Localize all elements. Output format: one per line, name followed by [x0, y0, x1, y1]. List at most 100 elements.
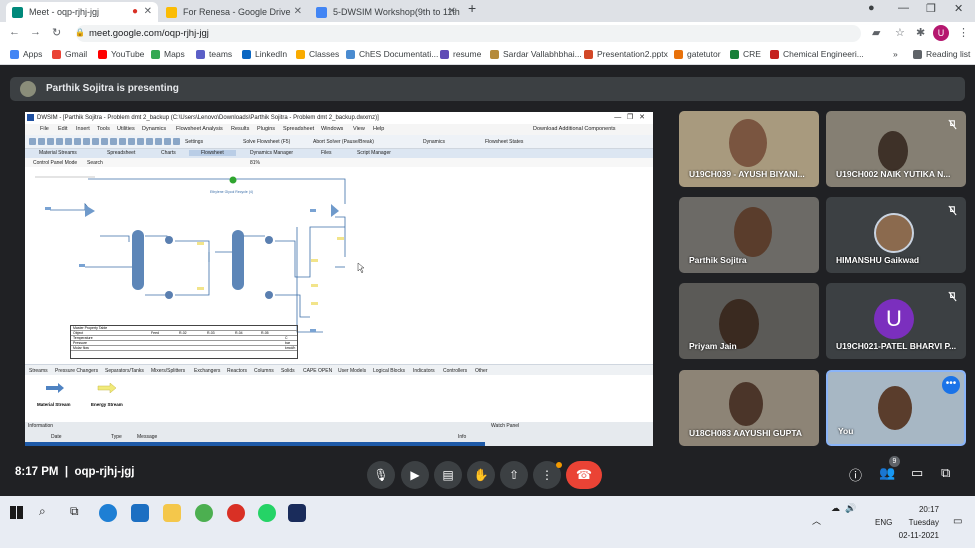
palette-tab-user-models[interactable]: User Models — [338, 368, 366, 374]
participant-tile[interactable]: U19CH039 - AYUSH BIYANI... — [679, 111, 819, 187]
open-icon[interactable] — [38, 138, 45, 145]
condenser-1[interactable] — [165, 236, 173, 244]
tab-dynamics-manager[interactable]: Dynamics Manager — [250, 150, 293, 156]
window-close-button[interactable]: ✕ — [954, 2, 963, 15]
profile-avatar[interactable]: U — [933, 25, 949, 41]
add-icon[interactable] — [110, 138, 117, 145]
palette-tab-controllers[interactable]: Controllers — [443, 368, 467, 374]
palette-tab-solids[interactable]: Solids — [281, 368, 295, 374]
cloud-icon[interactable]: ☁ — [831, 503, 840, 514]
participant-tile[interactable]: U U19CH021-PATEL BHARVI P... — [826, 283, 966, 359]
splitter-1[interactable] — [331, 204, 339, 217]
menu-edit[interactable]: Edit — [58, 126, 67, 132]
leave-call-button[interactable]: ☎ — [566, 461, 602, 489]
bookmark-teams[interactable]: teams — [196, 49, 232, 59]
close-icon[interactable]: ✕ — [144, 6, 152, 17]
tab-drive[interactable]: For Renesa - Google Drive ✕ — [160, 2, 308, 22]
cut-icon[interactable] — [65, 138, 72, 145]
property-package-icon[interactable] — [137, 138, 144, 145]
reactions-icon[interactable] — [128, 138, 135, 145]
palette-tab-columns[interactable]: Columns — [254, 368, 274, 374]
meeting-details-icon[interactable]: ⓘ — [849, 465, 862, 484]
energy-stream-item[interactable]: Energy Stream — [89, 381, 129, 411]
stream-2[interactable] — [310, 329, 316, 332]
participant-tile[interactable]: Parthik Sojitra — [679, 197, 819, 273]
forward-icon[interactable]: → — [30, 26, 41, 38]
zoom-level[interactable]: 81% — [250, 160, 260, 166]
bookmark-youtube[interactable]: YouTube — [98, 49, 144, 59]
menu-help[interactable]: Help — [373, 126, 384, 132]
feed-stream-1[interactable] — [45, 207, 51, 210]
close-icon[interactable]: ✕ — [448, 6, 456, 17]
bookmark-gatetutor[interactable]: gatetutor — [674, 49, 721, 59]
minimize-button[interactable]: — — [898, 2, 909, 14]
camera-indicator-icon[interactable]: ▰ — [872, 26, 880, 39]
bookmarks-more[interactable]: » — [893, 49, 898, 59]
tab-charts[interactable]: Charts — [161, 150, 176, 156]
close-icon[interactable]: ✕ — [294, 6, 302, 17]
menu-plugins[interactable]: Plugins — [257, 126, 275, 132]
participant-tile[interactable]: U19CH002 NAIK YUTIKA N... — [826, 111, 966, 187]
tab-spreadsheet[interactable]: Spreadsheet — [107, 150, 135, 156]
distillation-column-2[interactable] — [232, 230, 244, 290]
menu-windows[interactable]: Windows — [321, 126, 343, 132]
calculator-icon[interactable] — [155, 138, 162, 145]
menu-utilities[interactable]: Utilities — [117, 126, 135, 132]
dwsim-taskbar-icon[interactable] — [288, 504, 306, 522]
tab-meet[interactable]: Meet - oqp-rjhj-jgj ● ✕ — [6, 2, 158, 22]
compounds-icon[interactable] — [119, 138, 126, 145]
search-icon[interactable]: ⌕ — [39, 504, 46, 519]
menu-flowsheet-analysis[interactable]: Flowsheet Analysis — [176, 126, 223, 132]
present-button[interactable]: ⇧ — [500, 461, 528, 489]
menu-view[interactable]: View — [353, 126, 365, 132]
more-options-button[interactable]: ••• — [942, 376, 960, 394]
tray-chevron-icon[interactable]: ︿ — [812, 514, 821, 527]
edge-icon[interactable] — [99, 504, 117, 522]
palette-tab-indicators[interactable]: Indicators — [413, 368, 435, 374]
chrome-icon[interactable] — [195, 504, 213, 522]
reboiler-1[interactable] — [165, 291, 173, 299]
back-icon[interactable]: ← — [9, 26, 20, 38]
stop-icon[interactable] — [173, 138, 180, 145]
participant-tile[interactable]: Priyam Jain — [679, 283, 819, 359]
language-indicator[interactable]: ENG — [875, 518, 892, 527]
file-explorer-icon[interactable] — [163, 504, 181, 522]
url-bar[interactable]: 🔒 meet.google.com/oqp-rjhj-jgj — [75, 25, 861, 42]
download-components-link[interactable]: Download Additional Components — [533, 126, 616, 132]
volume-icon[interactable]: 🔊 — [845, 503, 856, 514]
system-clock[interactable]: 20:17 Tuesday 02-11-2021 — [899, 503, 939, 542]
bookmark-ches[interactable]: ChES Documentati... — [346, 49, 438, 59]
mail-icon[interactable] — [131, 504, 149, 522]
bookmark-classes[interactable]: Classes — [296, 49, 339, 59]
condenser-2[interactable] — [265, 236, 273, 244]
raise-hand-button[interactable]: ✋ — [467, 461, 495, 489]
palette-tab-separators[interactable]: Separators/Tanks — [105, 368, 144, 374]
menu-dots-icon[interactable]: ⋮ — [958, 26, 969, 39]
reboiler-2[interactable] — [265, 291, 273, 299]
flowsheet-states-button[interactable]: Flowsheet States — [485, 139, 523, 145]
mixer-1[interactable] — [85, 205, 95, 217]
paste-icon[interactable] — [83, 138, 90, 145]
chrome-profile-icon[interactable] — [227, 504, 245, 522]
copy-icon[interactable] — [74, 138, 81, 145]
control-panel-mode[interactable]: Control Panel Mode — [33, 160, 77, 166]
whatsapp-icon[interactable] — [258, 504, 276, 522]
bookmark-linkedin[interactable]: LinkedIn — [242, 49, 287, 59]
participant-tile[interactable]: HIMANSHU Gaikwad — [826, 197, 966, 273]
tab-flowsheet[interactable]: Flowsheet — [189, 150, 236, 156]
palette-tab-capeopen[interactable]: CAPE OPEN — [303, 368, 332, 374]
recycle-block[interactable] — [229, 176, 237, 184]
bookmark-chemical[interactable]: Chemical Engineeri... — [770, 49, 864, 59]
maximize-button[interactable]: ❐ — [926, 2, 936, 15]
solve-flowsheet-button[interactable]: Solve Flowsheet (F5) — [243, 139, 290, 145]
feed-stream-2[interactable] — [79, 264, 85, 267]
bookmark-gmail[interactable]: Gmail — [52, 49, 87, 59]
menu-dynamics[interactable]: Dynamics — [142, 126, 166, 132]
undo-icon[interactable] — [92, 138, 99, 145]
tab-workshop[interactable]: 5-DWSIM Workshop(9th to 11th ✕ — [310, 2, 462, 22]
bookmark-cre[interactable]: CRE — [730, 49, 761, 59]
abort-solver-button[interactable]: Abort Solver (Pause/Break) — [313, 139, 374, 145]
refresh-icon[interactable] — [164, 138, 171, 145]
new-tab-button[interactable]: + — [468, 0, 476, 16]
bookmark-presentation[interactable]: Presentation2.pptx — [584, 49, 668, 59]
